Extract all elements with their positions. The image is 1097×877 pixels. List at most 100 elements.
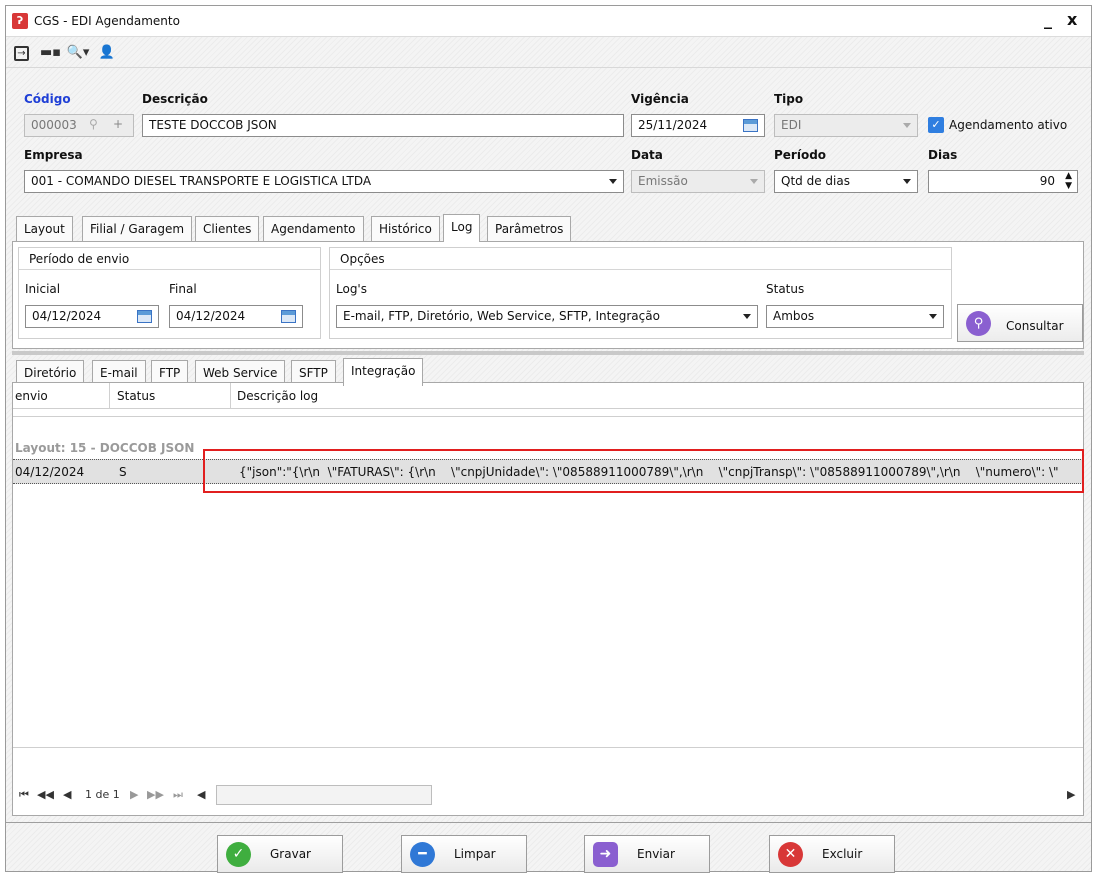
tab-historico[interactable]: Histórico [371, 216, 440, 242]
vigencia-date-input[interactable]: 25/11/2024 [631, 114, 765, 137]
final-value: 04/12/2024 [176, 309, 246, 323]
calendar-icon[interactable] [137, 310, 152, 323]
excluir-label: Excluir [822, 847, 863, 861]
descricao-label: Descrição [142, 92, 208, 106]
tab-agendamento[interactable]: Agendamento [263, 216, 364, 242]
next-page-group-icon[interactable]: ▶▶ [147, 788, 164, 801]
chevron-down-icon [609, 179, 617, 184]
send-icon: ➜ [593, 842, 618, 867]
minus-icon: ━ [410, 842, 435, 867]
chevron-down-icon [903, 179, 911, 184]
exit-icon[interactable]: → [14, 46, 29, 61]
log-panel: Período de envio Inicial Final 04/12/202… [12, 241, 1084, 349]
data-label: Data [631, 148, 663, 162]
prev-page-icon[interactable]: ◀ [63, 788, 71, 801]
users-icon[interactable]: 👤 [98, 44, 116, 62]
final-label: Final [169, 282, 197, 296]
tipo-select: EDI [774, 114, 918, 137]
descricao-input[interactable]: TESTE DOCCOB JSON [142, 114, 624, 137]
tab-layout[interactable]: Layout [16, 216, 73, 242]
tab-filial-garagem[interactable]: Filial / Garagem [82, 216, 193, 242]
tipo-label: Tipo [774, 92, 804, 106]
next-page-icon[interactable]: ▶ [130, 788, 138, 801]
opcoes-group: Opções Log's Status E-mail, FTP, Diretór… [329, 247, 952, 339]
edi-agendamento-window: ʔ CGS - EDI Agendamento _ x → ▬▪ 🔍▾ 👤 Có… [5, 5, 1092, 873]
keyboard-icon[interactable]: ▬▪ [40, 44, 61, 62]
page-indicator: 1 de 1 [85, 788, 120, 801]
data-value: Emissão [638, 174, 688, 188]
close-button[interactable]: x [1067, 10, 1077, 30]
group-header: Layout: 15 - DOCCOB JSON [15, 441, 195, 455]
codigo-field[interactable]: 000003 ⚲ + [24, 114, 134, 137]
inicial-date-input[interactable]: 04/12/2024 [25, 305, 159, 328]
periodo-select[interactable]: Qtd de dias [774, 170, 918, 193]
delete-icon: ✕ [778, 842, 803, 867]
title-bar: ʔ CGS - EDI Agendamento _ x [6, 6, 1091, 37]
chevron-down-icon [750, 179, 758, 184]
vigencia-label: Vigência [631, 92, 689, 106]
periodo-value: Qtd de dias [781, 174, 850, 188]
empresa-value: 001 - COMANDO DIESEL TRANSPORTE E LOGIST… [31, 174, 372, 188]
minimize-button[interactable]: _ [1044, 10, 1052, 30]
log-grid: envio Status Descrição log Layout: 15 - … [12, 382, 1084, 816]
grid-header: envio Status Descrição log [13, 383, 1083, 409]
logs-label: Log's [336, 282, 367, 296]
tipo-value: EDI [781, 118, 802, 132]
toolbar: → ▬▪ 🔍▾ 👤 [6, 38, 1091, 68]
vigencia-value: 25/11/2024 [638, 118, 708, 132]
calendar-icon[interactable] [743, 119, 758, 132]
column-header-descricao-log[interactable]: Descrição log [237, 389, 318, 403]
excluir-button[interactable]: ✕ Excluir [769, 835, 895, 873]
cell-envio: 04/12/2024 [15, 465, 85, 479]
first-page-icon[interactable]: ⏮ [19, 788, 29, 802]
app-logo-icon: ʔ [12, 13, 28, 29]
window-title: CGS - EDI Agendamento [34, 14, 180, 28]
scroll-left-icon[interactable]: ◀ [197, 788, 205, 801]
gravar-button[interactable]: ✓ Gravar [217, 835, 343, 873]
prev-page-group-icon[interactable]: ◀◀ [37, 788, 54, 801]
search-icon[interactable]: ⚲ [89, 117, 98, 131]
gravar-label: Gravar [270, 847, 311, 861]
final-date-input[interactable]: 04/12/2024 [169, 305, 303, 328]
check-icon: ✓ [226, 842, 251, 867]
logs-value: E-mail, FTP, Diretório, Web Service, SFT… [343, 309, 660, 323]
chevron-down-icon [743, 314, 751, 319]
enviar-button[interactable]: ➜ Enviar [584, 835, 710, 873]
dias-stepper[interactable]: 90 ▲ ▼ [928, 170, 1078, 193]
calendar-icon[interactable] [281, 310, 296, 323]
chevron-down-icon [929, 314, 937, 319]
add-icon[interactable]: + [113, 117, 123, 131]
pager-bar: ⏮ ◀◀ ◀ 1 de 1 ▶ ▶▶ ⏭ ◀ ▶ [13, 782, 1083, 808]
consultar-button[interactable]: ⚲ Consultar [957, 304, 1083, 342]
limpar-button[interactable]: ━ Limpar [401, 835, 527, 873]
logs-select[interactable]: E-mail, FTP, Diretório, Web Service, SFT… [336, 305, 758, 328]
scroll-right-icon[interactable]: ▶ [1067, 788, 1075, 801]
opcoes-title: Opções [340, 252, 385, 266]
column-header-envio[interactable]: envio [15, 389, 48, 403]
codigo-label: Código [24, 92, 71, 106]
subtab-integracao[interactable]: Integração [343, 358, 424, 386]
column-header-status[interactable]: Status [117, 389, 155, 403]
search-dropdown-icon[interactable]: 🔍▾ [64, 44, 92, 62]
periodo-envio-title: Período de envio [29, 252, 130, 266]
spin-arrows-icon[interactable]: ▲ ▼ [1065, 171, 1072, 191]
cell-status: S [119, 465, 127, 479]
status-select[interactable]: Ambos [766, 305, 944, 328]
last-page-icon[interactable]: ⏭ [173, 788, 183, 802]
agendamento-ativo-checkbox[interactable]: ✓ [928, 117, 944, 133]
empresa-label: Empresa [24, 148, 83, 162]
tab-clientes[interactable]: Clientes [195, 216, 260, 242]
status-label: Status [766, 282, 805, 296]
horizontal-scrollbar-thumb[interactable] [216, 785, 432, 805]
enviar-label: Enviar [637, 847, 675, 861]
tab-log[interactable]: Log [443, 214, 481, 242]
inicial-label: Inicial [25, 282, 61, 296]
status-value: Ambos [773, 309, 815, 323]
highlight-box [203, 449, 1084, 493]
tab-parametros[interactable]: Parâmetros [487, 216, 572, 242]
empresa-select[interactable]: 001 - COMANDO DIESEL TRANSPORTE E LOGIST… [24, 170, 624, 193]
limpar-label: Limpar [454, 847, 496, 861]
data-select: Emissão [631, 170, 765, 193]
splitter[interactable] [12, 351, 1084, 355]
periodo-label: Período [774, 148, 827, 162]
